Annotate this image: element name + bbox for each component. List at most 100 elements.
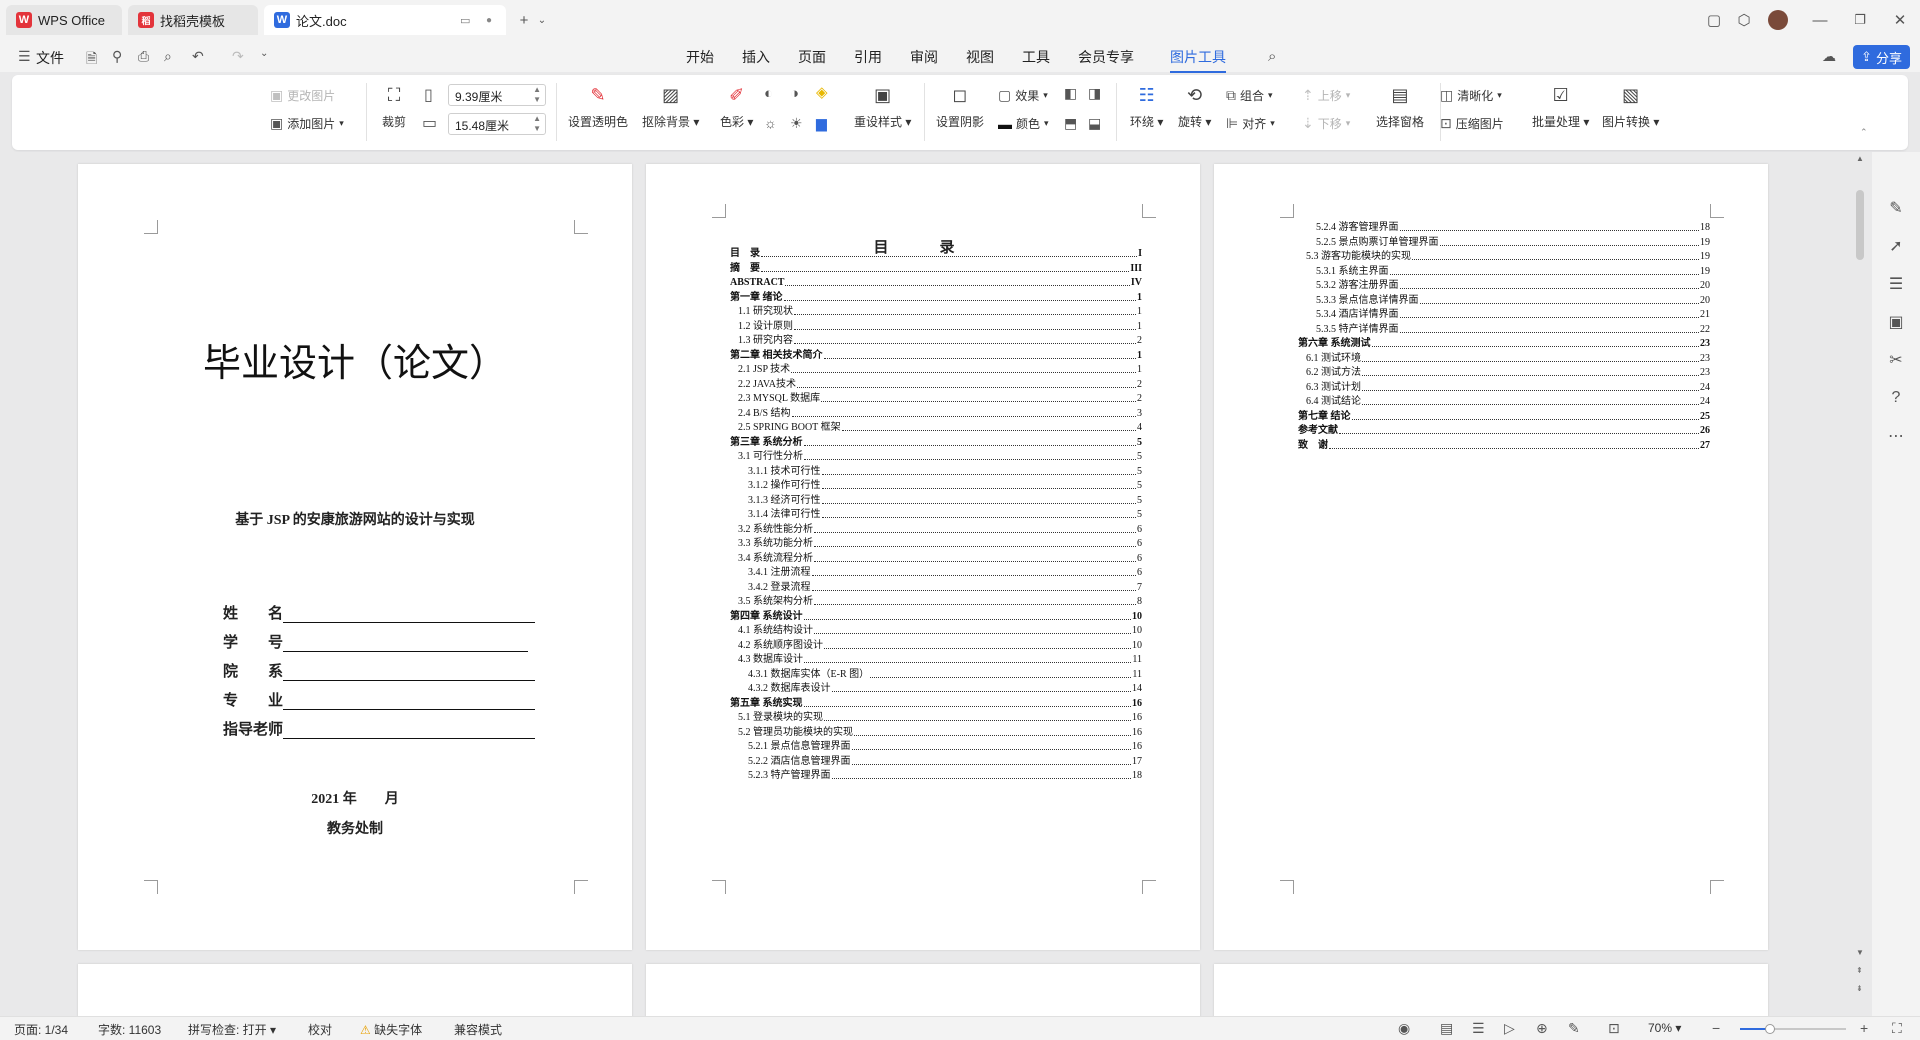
collapse-ribbon-icon[interactable]: ⌃ bbox=[1860, 127, 1868, 138]
document-page[interactable] bbox=[78, 964, 632, 1016]
toc-entry[interactable]: 4.3 数据库设计 11 bbox=[738, 654, 1142, 666]
brightness-down-icon[interactable]: ☼ bbox=[764, 115, 777, 131]
spell-check-toggle[interactable]: 拼写检查: 打开 ▾ bbox=[188, 1021, 276, 1038]
next-page-icon[interactable]: ⇟ bbox=[1856, 984, 1863, 993]
toc-entry[interactable]: 参考文献 26 bbox=[1298, 425, 1710, 437]
toc-entry[interactable]: 3.1.4 法律可行性 5 bbox=[748, 509, 1142, 521]
move-up-button[interactable]: ⇡ 上移 ▾ bbox=[1302, 87, 1350, 104]
proofread-button[interactable]: 校对 bbox=[308, 1021, 332, 1038]
menu-insert[interactable]: 插入 bbox=[742, 47, 770, 67]
menu-start[interactable]: 开始 bbox=[686, 47, 714, 67]
menu-review[interactable]: 审阅 bbox=[910, 47, 938, 67]
share-button[interactable]: ⇪ 分享 bbox=[1853, 45, 1910, 69]
toc-entry[interactable]: 3.1.1 技术可行性 5 bbox=[748, 466, 1142, 478]
zoom-slider[interactable] bbox=[1740, 1024, 1846, 1034]
toc-entry[interactable]: 5.2.3 特产管理界面 18 bbox=[748, 770, 1142, 782]
image-convert-button[interactable]: ▧ 图片转换 ▾ bbox=[1602, 83, 1659, 130]
save-icon[interactable]: 🗎 bbox=[86, 48, 97, 72]
more-icon[interactable]: ⋯ bbox=[1884, 424, 1908, 448]
window-layout-icon[interactable]: ▢ bbox=[1702, 8, 1726, 32]
toc-entry[interactable]: 3.1.3 经济可行性 5 bbox=[748, 495, 1142, 507]
undo-icon[interactable]: ↶ bbox=[192, 48, 204, 65]
width-input[interactable]: 9.39厘米 ▲ ▼ bbox=[448, 84, 546, 106]
scroll-up-icon[interactable]: ▲ bbox=[1856, 154, 1864, 163]
toc-entry[interactable]: 5.3.4 酒店详情界面 21 bbox=[1316, 309, 1710, 321]
reset-style-button[interactable]: ▣ 重设样式 ▾ bbox=[854, 83, 911, 130]
toc-entry[interactable]: 2.1 JSP 技术 1 bbox=[738, 364, 1142, 376]
document-page-toc[interactable]: 目 录 目 录I摘 要 III ABSTRACT IV 第一章 绪论 1 1.1 研究现状 1… bbox=[646, 164, 1200, 950]
toc-entry[interactable]: 3.1.2 操作可行性 5 bbox=[748, 480, 1142, 492]
word-count[interactable]: 字数: 11603 bbox=[98, 1021, 161, 1038]
restore-icon[interactable]: ❐ bbox=[1848, 8, 1872, 32]
eye-protection-icon[interactable]: ◉ bbox=[1398, 1020, 1410, 1037]
toc-entry[interactable]: ABSTRACT IV bbox=[730, 277, 1142, 289]
toc-entry[interactable]: 5.2.2 酒店信息管理界面 17 bbox=[748, 756, 1142, 768]
align-button[interactable]: ⊫ 对齐 ▾ bbox=[1226, 115, 1275, 132]
fill-color-icon[interactable]: ◈ bbox=[816, 83, 828, 101]
zoom-in-icon[interactable]: + bbox=[1860, 1020, 1868, 1036]
toc-entry[interactable]: 5.3.2 游客注册界面 20 bbox=[1316, 280, 1710, 292]
prev-page-icon[interactable]: ⇞ bbox=[1856, 966, 1863, 975]
toc-entry[interactable]: 4.1 系统结构设计 10 bbox=[738, 625, 1142, 637]
height-input[interactable]: 15.48厘米 ▲ ▼ bbox=[448, 113, 546, 135]
toc-entry[interactable]: 4.2 系统顺序图设计 10 bbox=[738, 640, 1142, 652]
toc-entry[interactable]: 5.2.1 景点信息管理界面 16 bbox=[748, 741, 1142, 753]
move-down-button[interactable]: ⇣ 下移 ▾ bbox=[1302, 115, 1350, 132]
brightness-up-icon[interactable]: ◐ bbox=[764, 85, 773, 102]
toc-entry[interactable]: 目 录I bbox=[730, 248, 1142, 260]
document-area[interactable]: 毕业设计（论文） 基于 JSP 的安康旅游网站的设计与实现 姓 名 学 号 院 … bbox=[0, 152, 1908, 1016]
adjust-sliders-icon[interactable]: ☰ bbox=[1884, 272, 1908, 296]
remove-background-button[interactable]: ▨ 抠除背景 ▾ bbox=[642, 83, 699, 130]
help-icon[interactable]: ? bbox=[1884, 386, 1908, 410]
page-indicator[interactable]: 页面: 1/34 bbox=[14, 1021, 68, 1038]
group-button[interactable]: ⧉ 组合 ▾ bbox=[1226, 87, 1273, 104]
fit-page-icon[interactable]: ⊡ bbox=[1608, 1020, 1620, 1037]
toc-entry[interactable]: 6.1 测试环境 23 bbox=[1306, 353, 1710, 365]
chevron-down-icon[interactable]: ⌄ bbox=[530, 8, 554, 32]
toc-entry[interactable]: 3.4 系统流程分析 6 bbox=[738, 553, 1142, 565]
toc-entry[interactable]: 第三章 系统分析 5 bbox=[730, 437, 1142, 449]
menu-picture-tools[interactable]: 图片工具 bbox=[1170, 47, 1226, 73]
monitor-icon[interactable]: ▭ bbox=[460, 14, 470, 27]
menu-view[interactable]: 视图 bbox=[966, 47, 994, 67]
toc-entry[interactable]: 第六章 系统测试 23 bbox=[1298, 338, 1710, 350]
effect-button[interactable]: ▢ 效果 ▾ bbox=[998, 87, 1048, 104]
spinner-arrows-icon[interactable]: ▲ ▼ bbox=[533, 85, 541, 105]
compress-image-button[interactable]: ⊡ 压缩图片 bbox=[1440, 115, 1504, 132]
more-chevron-icon[interactable]: ⌄ bbox=[260, 48, 268, 59]
change-image-button[interactable]: ▣ 更改图片 bbox=[270, 87, 335, 104]
toc-entry[interactable]: 1.2 设计原则 1 bbox=[738, 321, 1142, 333]
vertical-scrollbar[interactable]: ▲ ▼ ⇞ ⇟ bbox=[1850, 152, 1872, 1016]
toc-entry[interactable]: 1.3 研究内容 2 bbox=[738, 335, 1142, 347]
spinner-arrows-icon[interactable]: ▲ ▼ bbox=[533, 114, 541, 134]
toc-entry[interactable]: 6.4 测试结论 24 bbox=[1306, 396, 1710, 408]
contrast-down-icon[interactable]: ☀ bbox=[790, 115, 803, 132]
batch-process-button[interactable]: ☑ 批量处理 ▾ bbox=[1532, 83, 1589, 130]
menu-reference[interactable]: 引用 bbox=[854, 47, 882, 67]
missing-font-button[interactable]: ⚠ 缺失字体 bbox=[360, 1021, 422, 1038]
format-painter-icon[interactable]: ⚲ bbox=[112, 48, 122, 65]
toc-entry[interactable]: 3.4.2 登录流程 7 bbox=[748, 582, 1142, 594]
outline-view-icon[interactable]: ☰ bbox=[1472, 1020, 1485, 1037]
toc-entry[interactable]: 2.5 SPRING BOOT 框架 4 bbox=[738, 422, 1142, 434]
tab-wps-office[interactable]: W WPS Office bbox=[6, 5, 122, 35]
file-menu[interactable]: 文件 bbox=[36, 48, 64, 68]
toc-entry[interactable]: 2.4 B/S 结构 3 bbox=[738, 408, 1142, 420]
toc-entry[interactable]: 5.3.5 特产详情界面 22 bbox=[1316, 324, 1710, 336]
menu-member[interactable]: 会员专享 bbox=[1078, 47, 1134, 67]
cube-icon[interactable]: ⬡ bbox=[1732, 8, 1756, 32]
selection-pane-button[interactable]: ▤ 选择窗格 bbox=[1376, 83, 1424, 130]
toc-entry[interactable]: 第四章 系统设计 10 bbox=[730, 611, 1142, 623]
pen-icon[interactable]: ✎ bbox=[1884, 196, 1908, 220]
toc-entry[interactable]: 第二章 相关技术简介 1 bbox=[730, 350, 1142, 362]
select-pointer-icon[interactable]: ➚ bbox=[1884, 234, 1908, 258]
toc-entry[interactable]: 第一章 绪论 1 bbox=[730, 292, 1142, 304]
document-page[interactable] bbox=[646, 964, 1200, 1016]
sharpen-button[interactable]: ◫ 清晰化 ▾ bbox=[1440, 87, 1502, 104]
toc-entry[interactable]: 2.2 JAVA技术 2 bbox=[738, 379, 1142, 391]
toc-entry[interactable]: 第七章 结论 25 bbox=[1298, 411, 1710, 423]
toc-entry[interactable]: 4.3.1 数据库实体（E-R 图） 11 bbox=[748, 669, 1142, 681]
zoom-out-icon[interactable]: − bbox=[1712, 1020, 1720, 1036]
add-image-button[interactable]: ▣ 添加图片 ▾ bbox=[270, 115, 344, 132]
close-icon[interactable]: ✕ bbox=[1888, 8, 1912, 32]
